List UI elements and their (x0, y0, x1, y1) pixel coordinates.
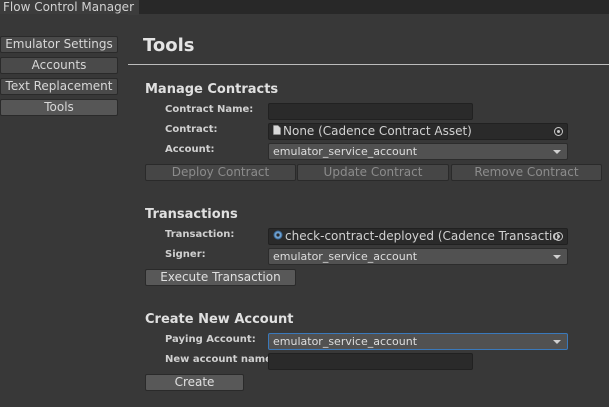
create-account-heading: Create New Account (145, 312, 294, 327)
paying-account-label: Paying Account: (165, 334, 256, 345)
sidebar-item-text-replacement[interactable]: Text Replacement (0, 78, 118, 95)
sidebar-item-emulator-settings[interactable]: Emulator Settings (0, 36, 118, 53)
signer-label: Signer: (165, 249, 206, 260)
sidebar-item-tools[interactable]: Tools (0, 99, 118, 116)
update-contract-button[interactable]: Update Contract (297, 164, 449, 181)
account-label: Account: (165, 144, 215, 155)
transactions-heading: Transactions (145, 207, 238, 222)
sidebar: Emulator Settings Accounts Text Replacem… (0, 14, 128, 407)
contract-label: Contract: (165, 124, 218, 135)
paying-account-dropdown-value: emulator_service_account (273, 335, 418, 348)
execute-transaction-button[interactable]: Execute Transaction (145, 269, 296, 286)
contract-object-field[interactable]: None (Cadence Contract Asset) (268, 123, 568, 140)
document-icon (273, 124, 281, 139)
transaction-label: Transaction: (165, 229, 235, 240)
object-picker-icon[interactable] (554, 232, 563, 241)
chevron-down-icon (553, 150, 561, 154)
manage-contracts-heading: Manage Contracts (145, 82, 279, 97)
page-title: Tools (143, 35, 195, 56)
sidebar-item-accounts[interactable]: Accounts (0, 57, 118, 74)
remove-contract-button[interactable]: Remove Contract (451, 164, 602, 181)
transaction-object-value: check-contract-deployed (Cadence Transac… (285, 229, 560, 243)
new-account-name-field[interactable] (268, 353, 473, 370)
window-tab[interactable]: Flow Control Manager (0, 0, 139, 15)
account-dropdown[interactable]: emulator_service_account (268, 143, 568, 160)
signer-dropdown-value: emulator_service_account (273, 250, 418, 263)
contract-object-value: None (Cadence Contract Asset) (283, 124, 472, 138)
contract-name-field[interactable] (268, 103, 473, 120)
chevron-down-icon (553, 340, 561, 344)
account-dropdown-value: emulator_service_account (273, 145, 418, 158)
object-picker-icon[interactable] (554, 127, 563, 136)
deploy-contract-button[interactable]: Deploy Contract (145, 164, 296, 181)
transaction-object-field[interactable]: check-contract-deployed (Cadence Transac… (268, 228, 568, 245)
contract-name-label: Contract Name: (165, 104, 254, 115)
new-account-name-label: New account name: (165, 354, 276, 365)
paying-account-dropdown[interactable]: emulator_service_account (268, 333, 568, 350)
create-account-button[interactable]: Create (145, 374, 244, 391)
title-divider (128, 64, 609, 65)
chevron-down-icon (553, 255, 561, 259)
cadence-asset-icon (273, 229, 283, 244)
signer-dropdown[interactable]: emulator_service_account (268, 248, 568, 265)
